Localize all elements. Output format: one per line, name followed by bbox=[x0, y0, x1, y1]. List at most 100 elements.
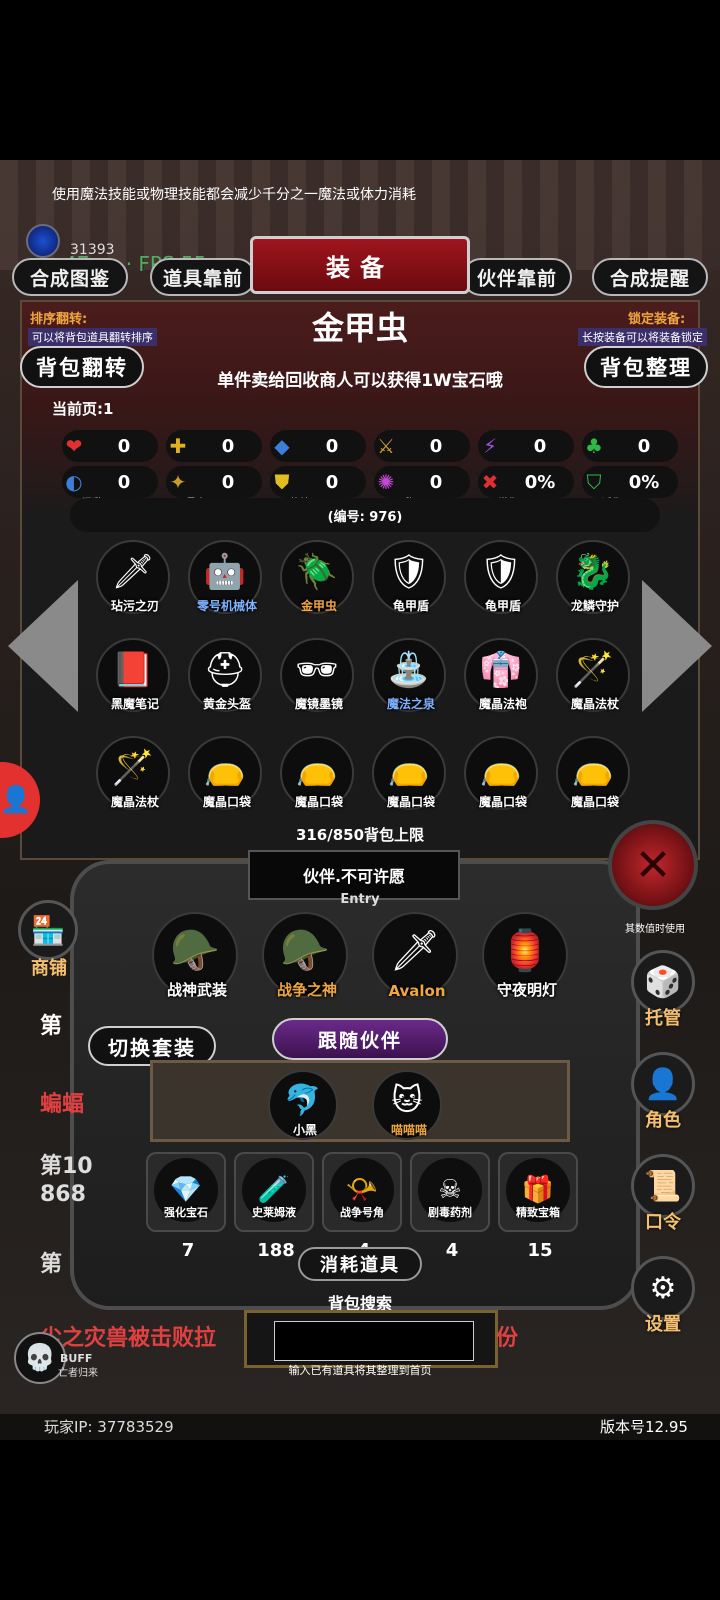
current-page: 当前页:1 bbox=[52, 400, 114, 418]
character-label: 角色 bbox=[645, 1110, 681, 1131]
stat-value: 0 bbox=[637, 435, 651, 457]
item-name: 魔晶法杖 bbox=[110, 795, 159, 809]
close-button[interactable]: ✕ bbox=[608, 820, 698, 910]
equipment-set[interactable]: 🗡 Avalon bbox=[372, 912, 458, 1000]
item-icon: ⛲ bbox=[387, 650, 431, 690]
log-line-2: 蝙蝠 bbox=[40, 1092, 85, 1117]
item-icon: 🗡 bbox=[111, 552, 155, 592]
inventory-slot[interactable]: 👝 魔晶口袋 bbox=[280, 736, 354, 810]
inventory-slot[interactable]: ⛑ 黄金头盔 bbox=[188, 638, 262, 712]
stat-value: 0 bbox=[325, 435, 339, 457]
inventory-slot[interactable]: 👝 魔晶口袋 bbox=[372, 736, 446, 810]
prev-page-arrow[interactable] bbox=[8, 580, 78, 712]
set-icon: 🏮 bbox=[500, 927, 550, 974]
item-name: 魔晶口袋 bbox=[202, 795, 251, 809]
shop-label: 商铺 bbox=[31, 958, 67, 979]
stat-lightning: ⚡ 0 bbox=[478, 430, 574, 462]
shop-button[interactable]: 🏪 商铺 bbox=[18, 900, 80, 980]
inventory-slot[interactable]: 🛡 龟甲盾 bbox=[372, 540, 446, 614]
consumable-slot[interactable]: 💎 强化宝石 7 bbox=[146, 1152, 226, 1261]
backpack-flip-button[interactable]: 背包翻转 bbox=[20, 346, 144, 388]
gem-icon bbox=[26, 224, 60, 258]
backpack-sort-button[interactable]: 背包整理 bbox=[584, 346, 708, 388]
item-name: 魔晶口袋 bbox=[570, 795, 619, 809]
inventory-slot[interactable]: ⛲ 魔法之泉 bbox=[372, 638, 446, 712]
item-icon: 📕 bbox=[111, 650, 155, 690]
game-screen: 使用魔法技能或物理技能都会减少千分之一魔法或体力消耗 31393 47ms · … bbox=[0, 160, 720, 1440]
synthesis-reminder-button[interactable]: 合成提醒 bbox=[592, 258, 708, 296]
player-ip: 玩家IP: 37783529 bbox=[44, 1418, 174, 1436]
inventory-slot[interactable]: 🤖 零号机械体 bbox=[188, 540, 262, 614]
consumable-slot[interactable]: 🧪 史莱姆液 188 bbox=[234, 1152, 314, 1261]
set-icon: 🗡 bbox=[389, 927, 441, 974]
inventory-slot[interactable]: 🪄 魔晶法杖 bbox=[96, 736, 170, 810]
consumable-quantity: 7 bbox=[181, 1240, 195, 1261]
companion-name: 喵喵喵 bbox=[390, 1123, 427, 1137]
companion-slot[interactable]: 🐱 喵喵喵 bbox=[372, 1070, 442, 1140]
inventory-slot[interactable]: 🕶 魔镜墨镜 bbox=[280, 638, 354, 712]
consumable-name: 史莱姆液 bbox=[252, 1206, 296, 1219]
set-icon: 🪖 bbox=[170, 927, 220, 974]
clover-icon: ♣ bbox=[585, 434, 603, 458]
equipment-set[interactable]: 🏮 守夜明灯 bbox=[482, 912, 568, 999]
item-name: 玷污之刃 bbox=[110, 599, 159, 613]
stat-value: 0 bbox=[117, 471, 131, 493]
log-line-5: 第 bbox=[40, 1252, 63, 1277]
companion-icon: 🐱 bbox=[391, 1082, 423, 1118]
companion-icon: 🐬 bbox=[284, 1082, 322, 1118]
inventory-slot[interactable]: 🛡 龟甲盾 bbox=[464, 540, 538, 614]
entry-label: Entry bbox=[340, 892, 380, 907]
stat-value: 0% bbox=[628, 471, 660, 493]
inventory-slot[interactable]: 🪄 魔晶法杖 bbox=[556, 638, 630, 712]
stat-value: 0 bbox=[221, 471, 235, 493]
stat-block: ⛊0格挡 bbox=[270, 466, 366, 509]
inventory-slot[interactable]: 👝 魔晶口袋 bbox=[464, 736, 538, 810]
set-name: Avalon bbox=[388, 982, 446, 1000]
item-name: 魔晶法杖 bbox=[570, 697, 619, 711]
next-page-arrow[interactable] bbox=[642, 580, 712, 712]
item-icon: 👝 bbox=[479, 748, 523, 788]
synthesis-catalog-button[interactable]: 合成图鉴 bbox=[12, 258, 128, 296]
equipment-banner: 装备 bbox=[250, 236, 470, 294]
log-line-3: 第10 bbox=[40, 1154, 93, 1179]
search-input[interactable] bbox=[274, 1321, 474, 1361]
equipment-set[interactable]: 🪖 战争之神 bbox=[262, 912, 348, 999]
consumable-name: 剧毒药剂 bbox=[428, 1206, 472, 1219]
helmet-icon: ◆ bbox=[274, 434, 290, 458]
stat-sword: ⚔ 0 bbox=[374, 430, 470, 462]
items-first-button[interactable]: 道具靠前 bbox=[150, 258, 256, 296]
consumable-slot[interactable]: 🎁 精致宝箱 15 bbox=[498, 1152, 578, 1261]
inventory-slot[interactable]: 👝 魔晶口袋 bbox=[556, 736, 630, 810]
inventory-slot[interactable]: 👘 魔晶法袍 bbox=[464, 638, 538, 712]
stat-value: 0 bbox=[325, 471, 339, 493]
item-id: (编号: 976) bbox=[70, 498, 660, 532]
stat-value: 0% bbox=[524, 471, 556, 493]
inventory-slot[interactable]: 🗡 玷污之刃 bbox=[96, 540, 170, 614]
consumable-slot[interactable]: ☠ 剧毒药剂 4 bbox=[410, 1152, 490, 1261]
backpack-capacity: 316/850背包上限 bbox=[295, 826, 425, 844]
inventory-slot[interactable]: 📕 黑魔笔记 bbox=[96, 638, 170, 712]
inventory-slot[interactable]: 🐉 龙鳞守护 bbox=[556, 540, 630, 614]
partners-first-button[interactable]: 伙伴靠前 bbox=[462, 258, 572, 296]
equipment-set[interactable]: 🪖 战神武装 bbox=[152, 912, 238, 999]
auto-button[interactable]: 🎲 托管 bbox=[628, 950, 698, 1029]
code-button[interactable]: 📜 口令 bbox=[628, 1154, 698, 1233]
stat-value: 0 bbox=[429, 435, 443, 457]
settings-button[interactable]: ⚙ 设置 bbox=[628, 1256, 698, 1335]
item-icon: ⛑ bbox=[203, 650, 247, 690]
character-button[interactable]: 👤 角色 bbox=[628, 1052, 698, 1131]
inventory-slot[interactable]: 🪲 金甲虫 bbox=[280, 540, 354, 614]
consumable-slot[interactable]: 📯战争号角4 bbox=[322, 1152, 402, 1261]
sword-icon: ⚔ bbox=[377, 434, 395, 458]
companion-name: 小黑 bbox=[292, 1123, 317, 1137]
log-line-7: 份 bbox=[496, 1326, 519, 1351]
inventory-slot[interactable]: 👝 魔晶口袋 bbox=[188, 736, 262, 810]
log-line-1: 第 bbox=[40, 1014, 63, 1039]
item-icon: 🤖 bbox=[203, 552, 247, 592]
item-icon: 🐉 bbox=[571, 552, 615, 592]
heart-icon: ❤ bbox=[65, 434, 83, 458]
companion-slot[interactable]: 🐬 小黑 bbox=[268, 1070, 338, 1140]
item-name: 魔法之泉 bbox=[386, 697, 435, 711]
follow-partner-button[interactable]: 跟随伙伴 bbox=[272, 1018, 448, 1060]
stat-value: 0 bbox=[533, 435, 547, 457]
